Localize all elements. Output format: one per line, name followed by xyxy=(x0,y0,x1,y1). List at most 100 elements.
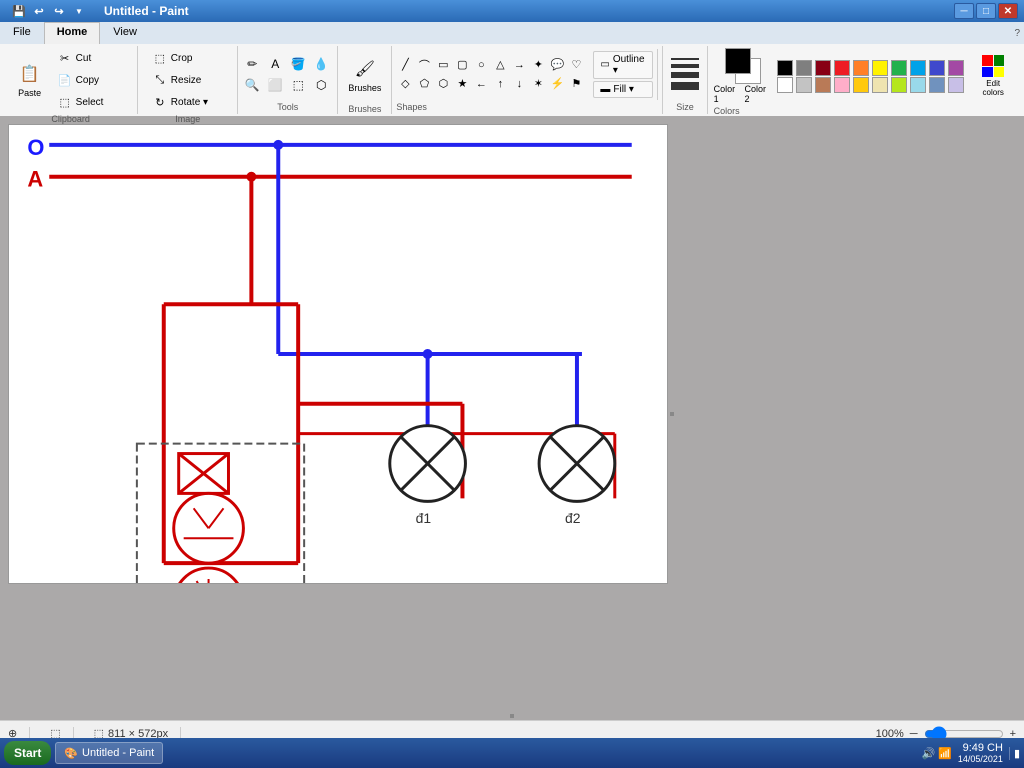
rightarrow-shape[interactable]: → xyxy=(510,56,528,74)
title-bar: 💾 ↩ ↪ ▼ Untitled - Paint ─ □ ✕ xyxy=(0,0,1024,22)
roundrect-shape[interactable]: ▢ xyxy=(453,56,471,74)
show-desktop-button[interactable]: ▮ xyxy=(1009,747,1020,760)
pentagon-shape[interactable]: ⬠ xyxy=(415,75,433,93)
eyedropper-tool[interactable]: 💧 xyxy=(311,54,331,74)
cut-button[interactable]: ✂ Cut xyxy=(53,48,133,68)
fill-tool[interactable]: 🪣 xyxy=(288,54,308,74)
brushes-group-label: Brushes xyxy=(348,102,381,114)
crop-icon: ⬚ xyxy=(152,50,168,66)
close-button[interactable]: ✕ xyxy=(998,3,1018,19)
resize-handle-bottom[interactable] xyxy=(0,712,1024,720)
taskbar: Start 🎨 Untitled - Paint 🔊 📶 9:49 CH 14/… xyxy=(0,738,1024,768)
size-4[interactable] xyxy=(671,82,699,90)
tab-view[interactable]: View xyxy=(100,22,150,44)
downarrow-shape[interactable]: ↓ xyxy=(510,75,528,93)
star5-shape[interactable]: ★ xyxy=(453,75,471,93)
uparrow-shape[interactable]: ↑ xyxy=(491,75,509,93)
size-2[interactable] xyxy=(671,64,699,68)
quick-access-dropdown[interactable]: ▼ xyxy=(70,2,88,20)
edit-colors-button[interactable]: Edit colors xyxy=(972,52,1014,100)
outline-fill-group: ▭ Outline ▾ ▬ Fill ▾ xyxy=(589,49,658,100)
copy-button[interactable]: 📄 Copy xyxy=(53,70,133,90)
undo-button[interactable]: ↩ xyxy=(30,2,48,20)
help-icon[interactable]: ? xyxy=(1014,28,1020,39)
paste-button[interactable]: 📋 Paste xyxy=(9,53,51,107)
switch-symbol xyxy=(179,454,229,494)
lightning-shape[interactable]: ⚡ xyxy=(548,75,566,93)
color-swatch-5[interactable] xyxy=(872,60,888,76)
color1-selector[interactable]: Color 1 Color 2 xyxy=(714,48,772,104)
line-shape[interactable]: ╱ xyxy=(396,56,414,74)
leftarrow-shape[interactable]: ← xyxy=(472,75,490,93)
color-swatch-18[interactable] xyxy=(929,77,945,93)
size-group: Size xyxy=(663,46,707,114)
start-button[interactable]: Start xyxy=(4,741,51,765)
taskbar-paint-app[interactable]: 🎨 Untitled - Paint xyxy=(55,742,163,764)
redo-button[interactable]: ↪ xyxy=(50,2,68,20)
select-rect-tool[interactable]: ⬚ xyxy=(288,75,308,95)
diamond-shape[interactable]: ◇ xyxy=(396,75,414,93)
color-swatch-9[interactable] xyxy=(948,60,964,76)
hexagon-shape[interactable]: ⬡ xyxy=(434,75,452,93)
brushes-button[interactable]: 🖌 Brushes xyxy=(344,48,386,102)
outline-icon: ▭ xyxy=(600,59,609,70)
select-free-tool[interactable]: ⬡ xyxy=(311,75,331,95)
heart-shape[interactable]: ♡ xyxy=(567,56,585,74)
color-swatch-8[interactable] xyxy=(929,60,945,76)
tab-file[interactable]: File xyxy=(0,22,44,44)
color-swatch-1[interactable] xyxy=(796,60,812,76)
rotate-button[interactable]: ↻ Rotate ▾ xyxy=(148,92,228,112)
color-swatch-11[interactable] xyxy=(796,77,812,93)
paint-app-label: Untitled - Paint xyxy=(82,747,154,759)
color-preview-stack xyxy=(725,48,761,84)
brushes-group: 🖌 Brushes Brushes xyxy=(338,46,392,114)
flag-shape[interactable]: ⚑ xyxy=(567,75,585,93)
callout-shape[interactable]: 💬 xyxy=(548,56,566,74)
triangle-shape[interactable]: △ xyxy=(491,56,509,74)
fill-button[interactable]: ▬ Fill ▾ xyxy=(593,81,653,98)
color-swatch-15[interactable] xyxy=(872,77,888,93)
color1-label[interactable]: Color 1 xyxy=(714,84,741,104)
save-button[interactable]: 💾 xyxy=(10,2,28,20)
color-swatch-19[interactable] xyxy=(948,77,964,93)
ellipse-shape[interactable]: ○ xyxy=(472,56,490,74)
resize-button[interactable]: ⤡ Resize xyxy=(148,70,228,90)
color-swatch-6[interactable] xyxy=(891,60,907,76)
color-swatch-10[interactable] xyxy=(777,77,793,93)
clock: 9:49 CH 14/05/2021 xyxy=(958,742,1003,764)
color-swatch-0[interactable] xyxy=(777,60,793,76)
pencil-tool[interactable]: ✏ xyxy=(242,54,262,74)
rect-shape[interactable]: ▭ xyxy=(434,56,452,74)
color-swatch-7[interactable] xyxy=(910,60,926,76)
color-labels: Color 1 Color 2 xyxy=(714,84,772,104)
color-swatch-2[interactable] xyxy=(815,60,831,76)
color-swatch-13[interactable] xyxy=(834,77,850,93)
resize-handle-right[interactable] xyxy=(668,124,676,704)
maximize-button[interactable]: □ xyxy=(976,3,996,19)
tab-home[interactable]: Home xyxy=(44,22,101,44)
resize-icon: ⤡ xyxy=(152,72,168,88)
curve-shape[interactable]: ⌒ xyxy=(415,56,433,74)
color-swatch-17[interactable] xyxy=(910,77,926,93)
color-swatch-3[interactable] xyxy=(834,60,850,76)
fourtriangle-shape[interactable]: ✶ xyxy=(529,75,547,93)
size-1[interactable] xyxy=(671,58,699,60)
image-label: Image xyxy=(175,112,200,124)
color-swatch-16[interactable] xyxy=(891,77,907,93)
color-swatch-4[interactable] xyxy=(853,60,869,76)
outline-button[interactable]: ▭ Outline ▾ xyxy=(593,51,653,79)
eraser-tool[interactable]: ⬜ xyxy=(265,75,285,95)
star4-shape[interactable]: ✦ xyxy=(529,56,547,74)
text-tool[interactable]: A xyxy=(265,54,285,74)
size-3[interactable] xyxy=(671,72,699,78)
crop-button[interactable]: ⬚ Crop xyxy=(148,48,228,68)
magnifier-tool[interactable]: 🔍 xyxy=(242,75,262,95)
color-swatch-12[interactable] xyxy=(815,77,831,93)
color2-label[interactable]: Color 2 xyxy=(745,84,772,104)
edit-colors-icon xyxy=(982,55,1004,77)
select-button[interactable]: ⬚ Select xyxy=(53,92,133,112)
paint-canvas[interactable]: O A xyxy=(8,124,668,584)
size-label: Size xyxy=(676,100,694,112)
color-swatch-14[interactable] xyxy=(853,77,869,93)
minimize-button[interactable]: ─ xyxy=(954,3,974,19)
